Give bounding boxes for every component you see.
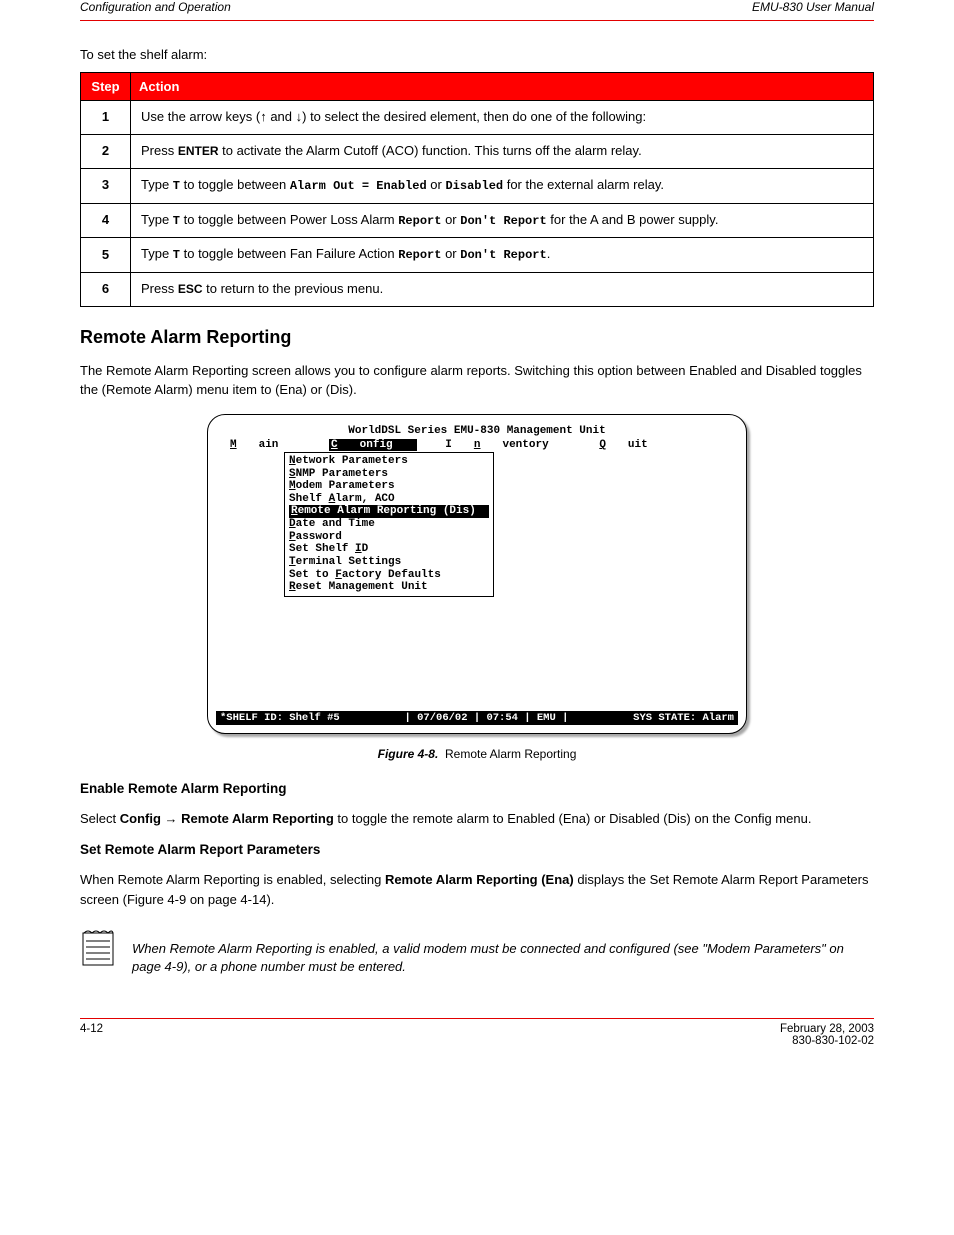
menu-inventory[interactable]: Inventory [445,439,570,451]
status-shelf: *SHELF ID: Shelf #5 [220,712,340,724]
txt: Use the arrow keys ( [141,109,260,124]
config-dropdown: Network Parameters SNMP Parameters Modem… [284,452,494,597]
figure-caption: Figure 4-8. Remote Alarm Reporting [80,747,874,761]
dropdown-item[interactable]: Shelf Alarm, ACO [289,493,489,506]
step-num: 6 [81,272,131,306]
dropdown-item[interactable]: Set Shelf ID [289,543,489,556]
step-action: Type T to toggle between Fan Failure Act… [131,238,874,273]
menu-quit[interactable]: Quit [599,439,669,451]
subsection-title: Set Remote Alarm Report Parameters [80,842,874,857]
col-step: Step [81,73,131,101]
table-row: 3 Type T to toggle between Alarm Out = E… [81,168,874,203]
txt: ) to select the desired element, then do… [302,109,646,124]
page-number: 4-12 [80,1023,103,1047]
enable-body: Select Config → Remote Alarm Reporting t… [80,809,874,829]
header-right: EMU-830 User Manual [752,0,874,14]
section-body: The Remote Alarm Reporting screen allows… [80,361,874,400]
header-left: Configuration and Operation [80,0,231,14]
terminal-statusbar: *SHELF ID: Shelf #5 | 07/06/02 | 07:54 |… [216,711,738,725]
status-time: 07:54 [486,712,518,724]
dropdown-item[interactable]: Set to Factory Defaults [289,569,489,582]
step-action: Type T to toggle between Power Loss Alar… [131,203,874,238]
dropdown-item[interactable]: Reset Management Unit [289,581,489,594]
step-num: 1 [81,101,131,135]
menu-main[interactable]: Main [230,439,300,451]
table-row: 1 Use the arrow keys (↑ and ↓) to select… [81,101,874,135]
status-state: SYS STATE: Alarm [633,712,734,724]
terminal-screenshot: WorldDSL Series EMU-830 Management Unit … [207,414,747,734]
intro-text: To set the shelf alarm: [80,46,874,64]
terminal-title: WorldDSL Series EMU-830 Management Unit [218,425,736,438]
enable-title: Enable Remote Alarm Reporting [80,781,874,796]
dropdown-item[interactable]: Password [289,531,489,544]
step-action: Press ESC to return to the previous menu… [131,272,874,306]
steps-table: Step Action 1 Use the arrow keys (↑ and … [80,72,874,306]
section-title: Remote Alarm Reporting [80,327,874,348]
table-row: 5 Type T to toggle between Fan Failure A… [81,238,874,273]
step-num: 3 [81,168,131,203]
step-action: Type T to toggle between Alarm Out = Ena… [131,168,874,203]
note-block: When Remote Alarm Reporting is enabled, … [80,927,874,989]
dropdown-item[interactable]: Date and Time [289,518,489,531]
header-rule [80,20,874,21]
step-num: 5 [81,238,131,273]
dropdown-item[interactable]: Terminal Settings [289,556,489,569]
step-action: Press ENTER to activate the Alarm Cutoff… [131,135,874,169]
step-action: Use the arrow keys (↑ and ↓) to select t… [131,101,874,135]
subsection-body: When Remote Alarm Reporting is enabled, … [80,870,874,909]
txt: and [267,109,296,124]
status-date: 07/06/02 [417,712,467,724]
dropdown-item-selected[interactable]: Remote Alarm Reporting (Dis) [289,505,489,518]
footer-rule [80,1018,874,1019]
footer-date: February 28, 2003 [780,1023,874,1035]
dropdown-item[interactable]: Network Parameters [289,455,489,468]
dropdown-item[interactable]: Modem Parameters [289,480,489,493]
step-num: 4 [81,203,131,238]
note-icon [80,927,116,970]
step-num: 2 [81,135,131,169]
dropdown-item[interactable]: SNMP Parameters [289,468,489,481]
note-text: When Remote Alarm Reporting is enabled, … [132,940,874,976]
table-row: 6 Press ESC to return to the previous me… [81,272,874,306]
footer-rev: 830-830-102-02 [792,1035,874,1047]
terminal-menubar: Main Config Inventory Quit [230,439,736,452]
menu-config[interactable]: Config [329,439,417,451]
table-row: 4 Type T to toggle between Power Loss Al… [81,203,874,238]
table-row: 2 Press ENTER to activate the Alarm Cuto… [81,135,874,169]
status-unit: EMU [537,712,556,724]
col-action: Action [131,73,874,101]
